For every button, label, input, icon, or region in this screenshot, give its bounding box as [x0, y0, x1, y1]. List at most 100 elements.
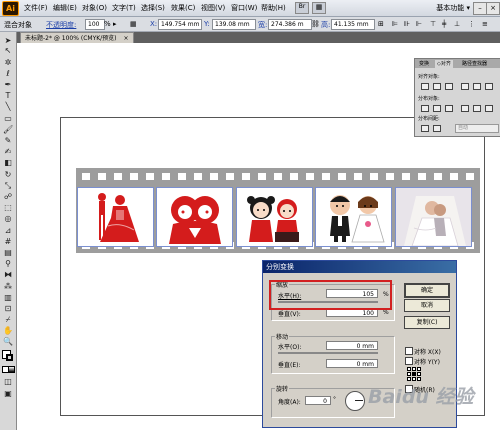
free-transform-tool-icon[interactable]: ⬚	[3, 203, 13, 212]
align-left-icon[interactable]: ⊫	[392, 20, 398, 28]
perspective-grid-tool-icon[interactable]: ⊿	[3, 226, 13, 235]
arrange-icon[interactable]: ▦	[312, 2, 326, 14]
eraser-tool-icon[interactable]: ◧	[3, 158, 13, 167]
close-icon[interactable]: ×	[486, 2, 500, 15]
pencil-tool-icon[interactable]: ✎	[3, 136, 13, 145]
distribute-left-icon[interactable]	[461, 105, 469, 112]
warp-tool-icon[interactable]: ☍	[3, 192, 13, 201]
menu-select[interactable]: 选择(S)	[141, 3, 165, 13]
tab-align[interactable]: ◇对齐	[435, 60, 453, 68]
distribute-right-icon[interactable]	[485, 105, 493, 112]
draw-mode-icon[interactable]: ◫	[3, 377, 13, 386]
height-label: 高:	[321, 21, 331, 29]
distribute-bottom-icon[interactable]	[445, 105, 453, 112]
workspace-switcher[interactable]: 基本功能 ▾	[436, 3, 470, 13]
distribute-center-icon[interactable]	[433, 105, 441, 112]
reference-point-icon[interactable]: ▦	[130, 20, 137, 28]
eyedropper-tool-icon[interactable]: ⚲	[3, 259, 13, 268]
opacity-label[interactable]: 不透明度:	[46, 20, 76, 30]
spacing-value-input[interactable]: 自动	[455, 124, 499, 133]
sprocket-hole	[146, 173, 154, 180]
cancel-button[interactable]: 取消	[404, 299, 450, 312]
chevron-down-icon[interactable]: ▸	[113, 20, 117, 28]
zoom-tool-icon[interactable]: 🔍	[3, 337, 13, 346]
width-input[interactable]: 274.386 m	[268, 19, 312, 30]
mesh-tool-icon[interactable]: #	[3, 237, 13, 246]
paintbrush-tool-icon[interactable]: 🖌	[3, 125, 13, 134]
align-left-icon[interactable]	[421, 83, 429, 90]
angle-input[interactable]: 0	[305, 396, 331, 405]
reflect-x-checkbox[interactable]	[405, 347, 413, 355]
menu-object[interactable]: 对象(O)	[82, 3, 107, 13]
menu-window[interactable]: 窗口(W)	[231, 3, 257, 13]
minimize-icon[interactable]: –	[473, 2, 487, 15]
menu-edit[interactable]: 编辑(E)	[53, 3, 77, 13]
menu-effect[interactable]: 效果(C)	[171, 3, 195, 13]
menu-file[interactable]: 文件(F)	[24, 3, 48, 13]
align-center-icon[interactable]: ⊪	[404, 20, 410, 28]
distribute-hcenter-icon[interactable]	[473, 105, 481, 112]
copy-button[interactable]: 复制(C)	[404, 316, 450, 329]
scale-vertical-unit: %	[383, 309, 389, 316]
align-top-icon[interactable]	[461, 83, 469, 90]
menu-view[interactable]: 视图(V)	[201, 3, 225, 13]
blend-tool-icon[interactable]: ⧓	[3, 270, 13, 279]
align-right-icon[interactable]: ⊩	[416, 20, 422, 28]
menu-type[interactable]: 文字(T)	[112, 3, 136, 13]
y-input[interactable]: 139.08 mm	[212, 19, 256, 30]
move-vertical-input[interactable]: 0 mm	[326, 359, 378, 368]
link-icon[interactable]: ⛓	[311, 20, 320, 28]
slice-tool-icon[interactable]: ⌿	[3, 315, 13, 324]
scale-tool-icon[interactable]: ⤡	[3, 181, 13, 190]
magic-wand-tool-icon[interactable]: ✲	[3, 58, 13, 67]
lasso-tool-icon[interactable]: ℓ	[3, 69, 13, 78]
pen-tool-icon[interactable]: ✒	[3, 80, 13, 89]
symbol-sprayer-tool-icon[interactable]: ⁂	[3, 282, 13, 291]
panel-menu-icon[interactable]: ≡	[482, 20, 488, 28]
reflect-y-checkbox[interactable]	[405, 357, 413, 365]
distribute-icon[interactable]: ⋮	[468, 20, 475, 28]
move-horizontal-slider[interactable]	[278, 352, 378, 354]
sprocket-hole	[274, 173, 282, 180]
rectangle-tool-icon[interactable]: ▭	[3, 114, 13, 123]
stroke-swatch[interactable]	[6, 354, 13, 361]
align-center-icon[interactable]	[433, 83, 441, 90]
tab-transform[interactable]: 变换	[417, 60, 431, 68]
move-horizontal-input[interactable]: 0 mm	[326, 341, 378, 350]
x-input[interactable]: 149.754 mm	[158, 19, 202, 30]
sprocket-hole	[178, 173, 186, 180]
align-right-icon[interactable]	[445, 83, 453, 90]
spacing-horizontal-icon[interactable]	[433, 125, 441, 132]
tab-pathfinder[interactable]: 路径查找器	[460, 60, 489, 68]
selection-tool-icon[interactable]: ➤	[3, 36, 13, 45]
align-top-icon[interactable]: ⊤	[430, 20, 436, 28]
screen-mode-icon[interactable]: ▣	[3, 389, 13, 398]
distribute-top-icon[interactable]	[421, 105, 429, 112]
align-middle-icon[interactable]: ╪	[442, 20, 446, 28]
menu-help[interactable]: 帮助(H)	[261, 3, 286, 13]
ok-button[interactable]: 确定	[404, 283, 450, 298]
reference-point-locator[interactable]	[407, 367, 421, 381]
graph-tool-icon[interactable]: ▥	[3, 293, 13, 302]
type-tool-icon[interactable]: T	[3, 91, 13, 100]
shape-builder-tool-icon[interactable]: ◎	[3, 214, 13, 223]
transform-icon[interactable]: ⊞	[378, 20, 384, 28]
angle-dial[interactable]	[345, 391, 365, 411]
bridge-icon[interactable]: Br	[295, 2, 309, 14]
hand-tool-icon[interactable]: ✋	[3, 326, 13, 335]
direct-selection-tool-icon[interactable]: ↖	[3, 46, 13, 55]
sprocket-hole	[194, 173, 202, 180]
line-tool-icon[interactable]: ╲	[3, 102, 13, 111]
align-bottom-icon[interactable]	[485, 83, 493, 90]
opacity-input[interactable]: 100	[85, 19, 105, 30]
align-bottom-icon[interactable]: ⊥	[454, 20, 460, 28]
artboard-tool-icon[interactable]: ⊡	[3, 304, 13, 313]
align-middle-icon[interactable]	[473, 83, 481, 90]
gradient-mode-icon[interactable]	[8, 366, 15, 373]
rotate-tool-icon[interactable]: ↻	[3, 170, 13, 179]
distribute-spacing-label: 分布间距:	[418, 116, 440, 122]
blob-brush-tool-icon[interactable]: ✍	[3, 147, 13, 156]
spacing-vertical-icon[interactable]	[421, 125, 429, 132]
gradient-tool-icon[interactable]: ▤	[3, 248, 13, 257]
height-input[interactable]: 41.135 mm	[331, 19, 375, 30]
